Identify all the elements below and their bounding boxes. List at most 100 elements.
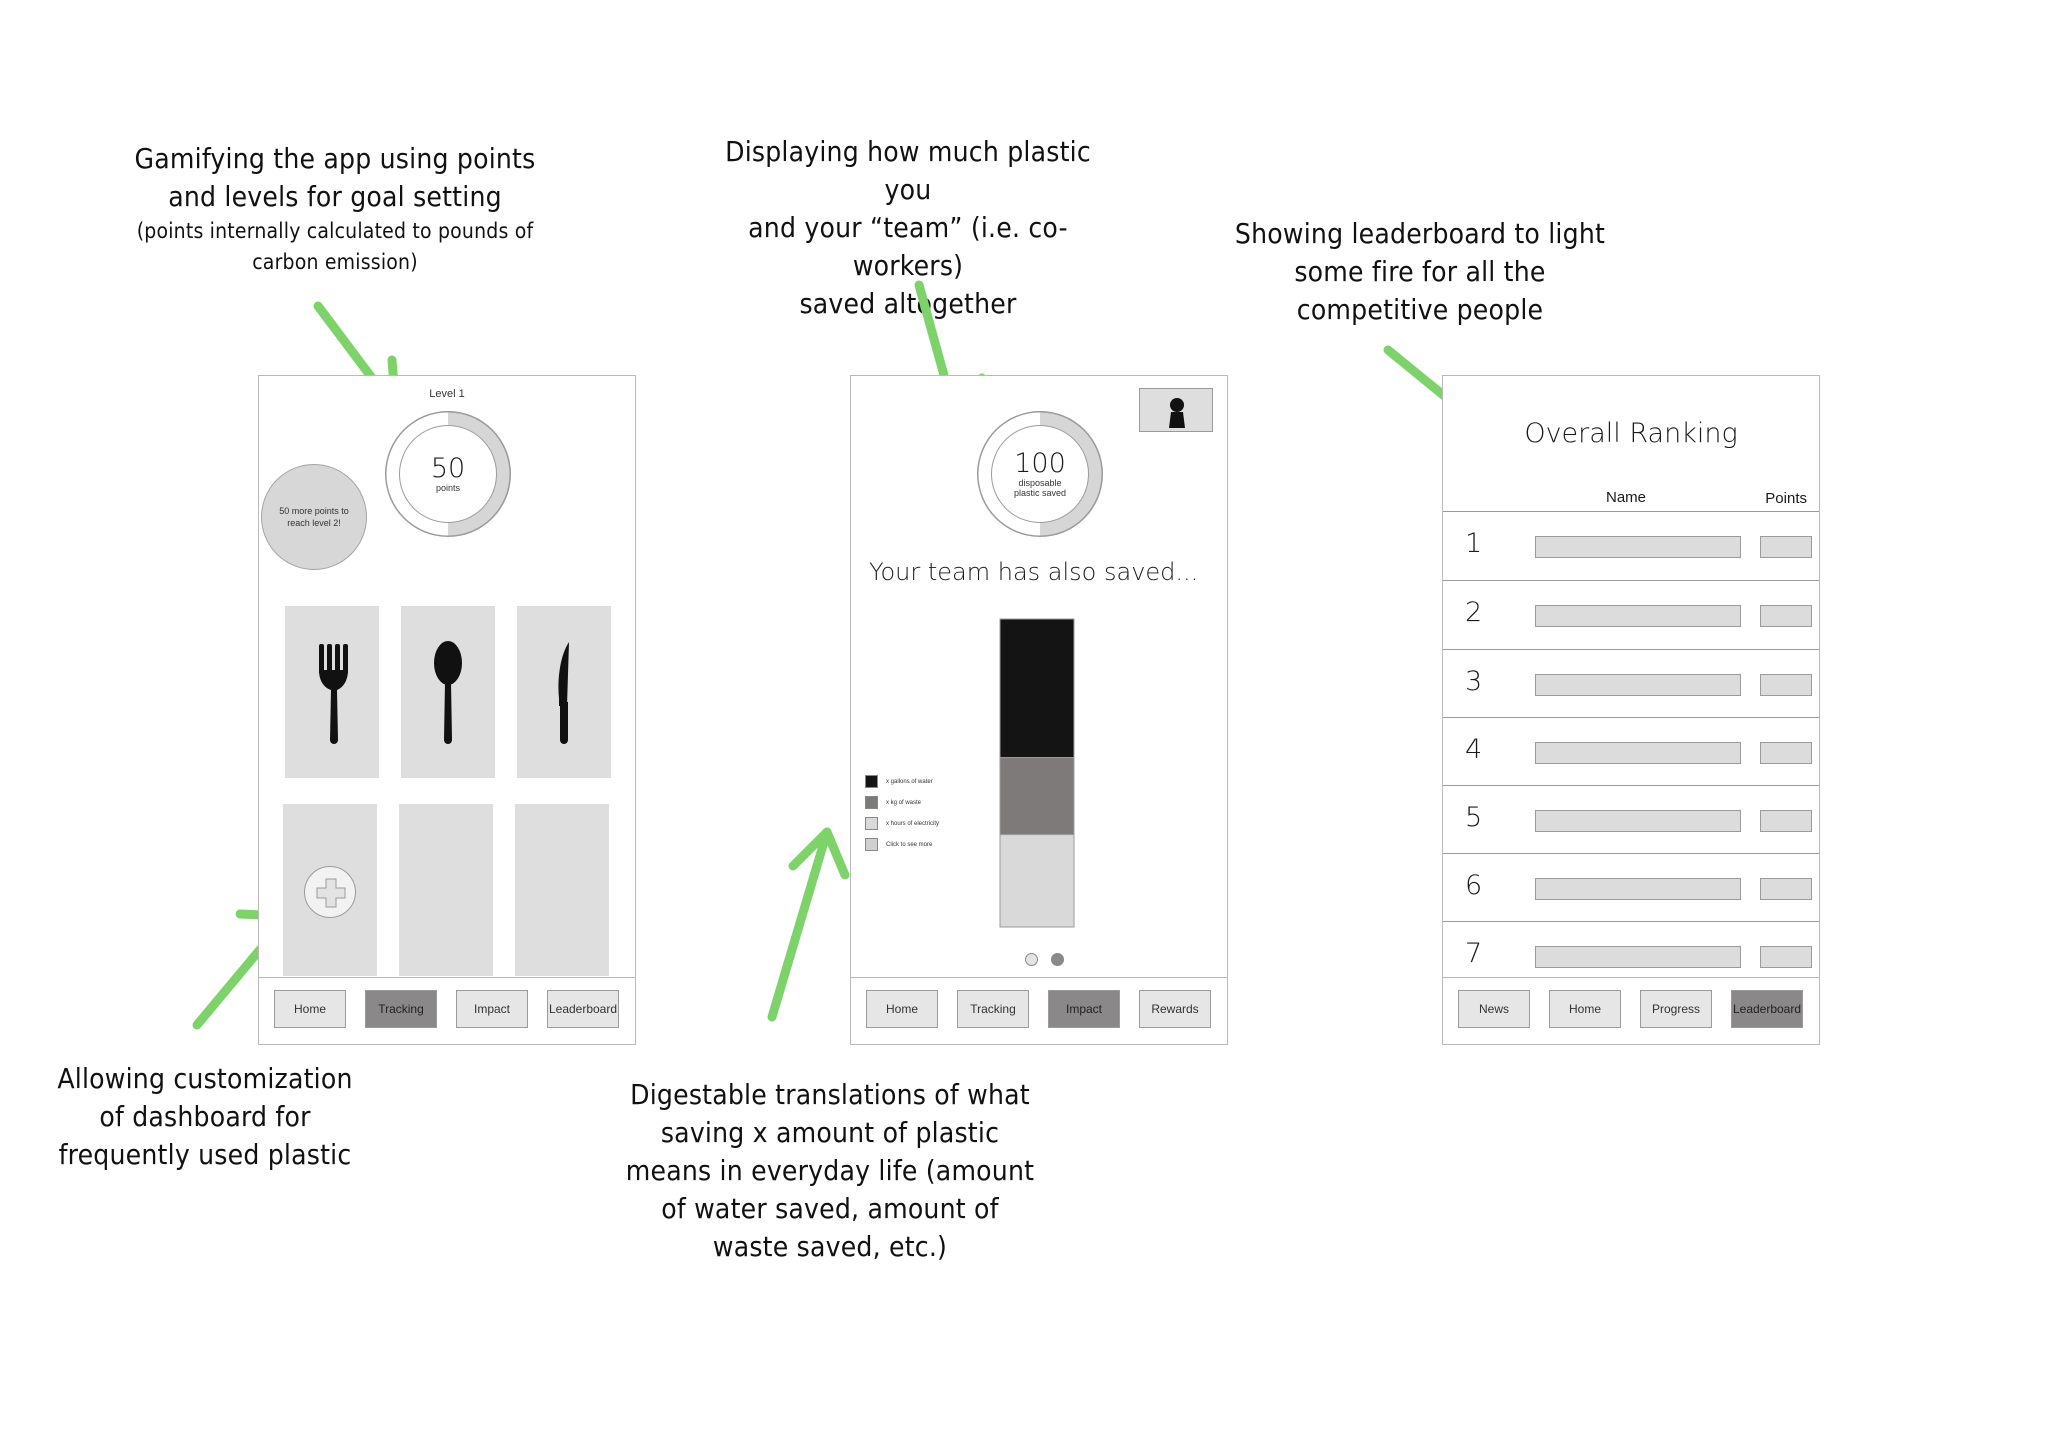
nav-impact[interactable]: Impact — [456, 990, 528, 1028]
impact-legend: x gallons of water x kg of waste x hours… — [865, 771, 939, 855]
annotation-leaderboard: Showing leaderboard to light some fire f… — [1230, 215, 1610, 329]
legend-label: x hours of electricity — [886, 820, 940, 827]
rank-name-placeholder — [1535, 674, 1741, 696]
legend-label: x kg of waste — [886, 799, 922, 806]
rank-number: 6 — [1465, 870, 1483, 901]
rank-number: 4 — [1465, 734, 1483, 765]
impact-screen: 100 disposable plastic saved Your team h… — [850, 375, 1228, 1045]
nav-leaderboard[interactable]: Leaderboard — [1731, 990, 1803, 1028]
spoon-tile[interactable] — [401, 606, 495, 778]
rank-points-placeholder — [1760, 810, 1812, 832]
legend-swatch — [865, 775, 878, 788]
annotation-gamify: Gamifying the app using points and level… — [120, 140, 550, 278]
nav-home[interactable]: Home — [274, 990, 346, 1028]
annotation-line: and your “team” (i.e. co-workers) — [748, 211, 1068, 282]
rank-name-placeholder — [1535, 742, 1741, 764]
empty-tile[interactable] — [399, 804, 493, 976]
legend-label: x gallons of water — [886, 778, 933, 785]
legend-swatch — [865, 817, 878, 830]
annotation-line: Allowing customization — [57, 1062, 353, 1095]
page-dot[interactable] — [1025, 953, 1038, 966]
next-level-hint: 50 more points to reach level 2! — [261, 464, 367, 570]
rank-points-placeholder — [1760, 878, 1812, 900]
annotation-customize: Allowing customization of dashboard for … — [30, 1060, 380, 1174]
stack-segment-waste — [999, 757, 1075, 836]
annotation-translations: Digestable translations of what saving x… — [620, 1076, 1040, 1266]
plastic-saved-ring: 100 disposable plastic saved — [977, 411, 1103, 537]
user-icon — [1169, 398, 1185, 428]
points-display: 50 points — [399, 425, 497, 523]
tracking-screen: Level 1 50 points 50 more points to reac… — [258, 375, 636, 1045]
stack-segment-water — [999, 618, 1075, 759]
ranking-row[interactable]: 3 — [1443, 649, 1819, 718]
annotation-line: Showing leaderboard to light — [1234, 217, 1606, 250]
knife-tile[interactable] — [517, 606, 611, 778]
rank-points-placeholder — [1760, 536, 1812, 558]
ranking-row[interactable]: 1 — [1443, 511, 1819, 580]
rank-number: 1 — [1465, 528, 1483, 559]
annotation-line: of water saved, amount of — [661, 1192, 999, 1225]
rank-points-placeholder — [1760, 742, 1812, 764]
stack-segment-electricity — [999, 834, 1075, 928]
annotation-line: saving x amount of plastic — [660, 1116, 1000, 1149]
annotation-line: competitive people — [1296, 293, 1544, 326]
nav-tracking[interactable]: Tracking — [957, 990, 1029, 1028]
annotation-line: of dashboard for — [99, 1100, 311, 1133]
nav-home[interactable]: Home — [866, 990, 938, 1028]
annotation-line: waste saved, etc.) — [712, 1230, 948, 1263]
column-header-points: Points — [1765, 490, 1807, 507]
page-dot-active[interactable] — [1051, 953, 1064, 966]
nav-progress[interactable]: Progress — [1640, 990, 1712, 1028]
nav-rewards[interactable]: Rewards — [1139, 990, 1211, 1028]
plastic-saved-unit: disposable plastic saved — [1013, 478, 1067, 498]
add-item-tile[interactable] — [283, 804, 377, 976]
bottom-nav: Home Tracking Impact Rewards — [851, 977, 1227, 1044]
rank-name-placeholder — [1535, 536, 1741, 558]
nav-news[interactable]: News — [1458, 990, 1530, 1028]
ranking-row[interactable]: 5 — [1443, 785, 1819, 854]
rank-name-placeholder — [1535, 878, 1741, 900]
annotation-line: Gamifying the app using points — [134, 142, 536, 175]
bottom-nav: Home Tracking Impact Leaderboard — [259, 977, 635, 1044]
spoon-icon — [434, 641, 462, 744]
annotation-line: saved altogether — [799, 287, 1017, 320]
annotation-subline: carbon emission) — [252, 250, 418, 274]
rank-number: 5 — [1465, 802, 1483, 833]
empty-tile[interactable] — [515, 804, 609, 976]
fork-tile[interactable] — [285, 606, 379, 778]
rank-number: 7 — [1465, 938, 1483, 969]
annotation-subline: (points internally calculated to pounds … — [136, 219, 534, 243]
plastic-saved-value: 100 — [1014, 448, 1066, 479]
rank-name-placeholder — [1535, 605, 1741, 627]
legend-item: x hours of electricity — [865, 813, 939, 834]
nav-impact[interactable]: Impact — [1048, 990, 1120, 1028]
legend-swatch — [865, 796, 878, 809]
nav-leaderboard[interactable]: Leaderboard — [547, 990, 619, 1028]
ranking-row[interactable]: 6 — [1443, 853, 1819, 922]
annotation-team: Displaying how much plastic you and your… — [698, 133, 1118, 323]
nav-tracking[interactable]: Tracking — [365, 990, 437, 1028]
rank-points-placeholder — [1760, 674, 1812, 696]
points-unit: points — [435, 483, 461, 493]
knife-icon — [558, 642, 569, 744]
profile-button[interactable] — [1139, 388, 1213, 432]
ranking-row[interactable]: 2 — [1443, 580, 1819, 649]
plastic-saved-display: 100 disposable plastic saved — [991, 425, 1089, 523]
nav-home[interactable]: Home — [1549, 990, 1621, 1028]
plus-icon — [316, 878, 346, 908]
points-value: 50 — [430, 453, 466, 484]
team-saved-heading: Your team has also saved... — [869, 558, 1199, 586]
fork-icon — [319, 644, 348, 744]
rank-number: 3 — [1465, 666, 1483, 697]
legend-label: Click to see more — [886, 841, 933, 848]
rank-number: 2 — [1465, 597, 1483, 628]
annotation-line: some fire for all the — [1294, 255, 1546, 288]
ranking-row[interactable]: 4 — [1443, 717, 1819, 786]
add-button[interactable] — [304, 866, 356, 918]
see-more-link[interactable]: Click to see more — [865, 834, 939, 855]
legend-item: x kg of waste — [865, 792, 939, 813]
rank-name-placeholder — [1535, 946, 1741, 968]
annotation-line: Displaying how much plastic you — [725, 135, 1091, 206]
ranking-title: Overall Ranking — [1524, 418, 1738, 449]
rank-points-placeholder — [1760, 946, 1812, 968]
